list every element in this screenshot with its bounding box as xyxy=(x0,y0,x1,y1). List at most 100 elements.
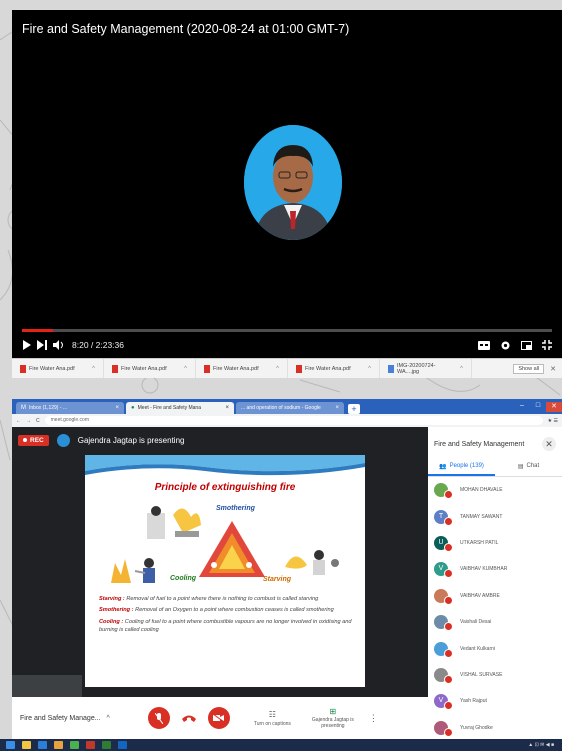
address-bar: ← → C meet.google.com ★ ☰ xyxy=(12,414,562,427)
download-filename: Fire Water Ana.pdf xyxy=(305,365,351,372)
meet-window: M Inbox (1,129) - ... × ● Meet - Fire an… xyxy=(12,399,562,739)
download-item[interactable]: Fire Water Ana.pdf ^ xyxy=(196,359,288,378)
window-close-icon[interactable]: ✕ xyxy=(546,402,562,412)
downloads-bar: Fire Water Ana.pdf ^ Fire Water Ana.pdf … xyxy=(12,358,562,378)
maximize-icon[interactable]: □ xyxy=(530,402,546,412)
mic-muted-icon xyxy=(444,516,453,526)
browser-tabbar: M Inbox (1,129) - ... × ● Meet - Fire an… xyxy=(12,399,562,414)
video-progress-fill xyxy=(22,329,53,332)
back-icon[interactable]: ← xyxy=(16,418,21,424)
mic-off-button[interactable] xyxy=(147,707,170,729)
tab-label: People (139) xyxy=(449,463,484,469)
url-input[interactable]: meet.google.com xyxy=(44,416,543,425)
browser-tab-google[interactable]: ... and operation of sodium - Google × xyxy=(236,402,344,414)
tab-people[interactable]: 👥 People (139) xyxy=(428,459,495,476)
volume-icon[interactable] xyxy=(53,340,64,350)
present-now-button[interactable]: ⊞ Gajendra Jagtap is presenting xyxy=(311,707,355,729)
browser-tab-meet[interactable]: ● Meet - Fire and Safety Mana × xyxy=(126,402,234,414)
mic-muted-icon xyxy=(444,622,453,632)
participant-item[interactable]: VAIBHAV AMBRE xyxy=(434,583,556,609)
more-options-icon[interactable]: ⋮ xyxy=(369,713,378,724)
participant-item[interactable]: Yuvraj Ghodke xyxy=(434,715,556,741)
edge-icon[interactable] xyxy=(38,741,47,749)
reload-icon[interactable]: C xyxy=(36,418,40,424)
participant-item[interactable]: Vaishali Desai xyxy=(434,609,556,635)
tab-chat[interactable]: ▤ Chat xyxy=(495,459,562,476)
system-tray[interactable]: ▲ ⊡ ✉ ◀ ■ xyxy=(528,742,554,748)
chevron-up-icon[interactable]: ^ xyxy=(460,366,463,372)
close-tab-icon[interactable]: × xyxy=(225,405,229,411)
forward-icon[interactable]: → xyxy=(26,418,31,424)
tab-label: ... and operation of sodium - Google xyxy=(241,405,321,411)
download-item[interactable]: Fire Water Ana.pdf ^ xyxy=(288,359,380,378)
participant-item[interactable]: U UTKARSH PATIL xyxy=(434,530,556,556)
show-all-downloads-button[interactable]: Show all xyxy=(513,363,545,374)
video-player[interactable]: Fire and Safety Management (2020-08-24 a… xyxy=(12,10,562,358)
participant-item[interactable]: MOHAN DHAVALE xyxy=(434,477,556,503)
captions-icon[interactable] xyxy=(478,340,490,350)
meeting-name[interactable]: Fire and Safety Manage... xyxy=(20,715,101,722)
next-icon[interactable] xyxy=(37,340,47,350)
download-item[interactable]: Fire Water Ana.pdf ^ xyxy=(12,359,104,378)
mic-off-icon xyxy=(154,712,163,724)
close-icon[interactable]: ✕ xyxy=(550,365,556,373)
participant-name: VAIBHAV KUMBHAR xyxy=(460,566,508,573)
chevron-up-icon[interactable]: ^ xyxy=(368,366,371,372)
participant-item[interactable]: T TANMAY SAWANT xyxy=(434,503,556,529)
starving-term: Starving : xyxy=(99,596,125,602)
excel-icon[interactable] xyxy=(102,741,111,749)
hang-up-button[interactable] xyxy=(180,709,198,727)
cooling-illustration xyxy=(111,558,155,583)
close-tab-icon[interactable]: × xyxy=(115,405,119,411)
avatar: U xyxy=(434,535,453,552)
download-filename: IMG-20200724-WA....jpg xyxy=(397,362,436,375)
word-icon[interactable] xyxy=(118,741,127,749)
chevron-up-icon[interactable]: ^ xyxy=(276,366,279,372)
present-screen-icon: ⊞ xyxy=(329,707,337,716)
image-file-icon xyxy=(388,364,394,373)
chevron-up-icon[interactable]: ^ xyxy=(92,366,95,372)
starving-text: Removal of fuel to a point where there i… xyxy=(126,596,319,602)
closed-captions-icon: ☷ xyxy=(268,709,276,719)
smothering-illustration xyxy=(147,506,201,539)
camera-off-icon xyxy=(213,714,225,722)
play-icon[interactable] xyxy=(22,340,31,350)
mic-muted-icon xyxy=(444,727,453,737)
pdf-file-icon xyxy=(20,364,26,373)
player-controls: 8:20 / 2:23:36 xyxy=(22,335,552,355)
starving-label: Starving xyxy=(263,576,292,583)
participant-item[interactable]: Vedant Kulkarni xyxy=(434,635,556,661)
close-tab-icon[interactable]: × xyxy=(335,405,339,411)
download-filename: Fire Water Ana.pdf xyxy=(29,365,75,372)
folder-icon[interactable] xyxy=(54,741,63,749)
close-icon[interactable]: ✕ xyxy=(542,437,556,451)
new-tab-button[interactable]: + xyxy=(348,404,360,414)
chevron-up-icon[interactable]: ^ xyxy=(184,366,187,372)
video-progress-bar[interactable] xyxy=(22,329,552,332)
minimize-icon[interactable]: – xyxy=(514,402,530,412)
chevron-up-icon[interactable]: ^ xyxy=(107,715,110,722)
browser-tab-gmail[interactable]: M Inbox (1,129) - ... × xyxy=(16,402,124,414)
app-icon[interactable] xyxy=(86,741,95,749)
video-title: Fire and Safety Management (2020-08-24 a… xyxy=(22,22,350,36)
download-item[interactable]: IMG-20200724-WA....jpg ^ xyxy=(380,359,472,378)
avatar xyxy=(434,483,453,500)
mic-muted-icon xyxy=(444,648,453,658)
start-windows-icon[interactable] xyxy=(6,741,15,749)
self-view-tile[interactable] xyxy=(12,675,82,697)
participant-item[interactable]: VISHAL SURVASE xyxy=(434,662,556,688)
participant-item[interactable]: V VAIBHAV KUMBHAR xyxy=(434,556,556,582)
settings-gear-icon[interactable] xyxy=(500,340,511,351)
fullscreen-exit-icon[interactable] xyxy=(542,340,552,350)
miniplayer-icon[interactable] xyxy=(521,340,532,350)
participant-item[interactable]: V Yash Rajput xyxy=(434,688,556,714)
extensions-icon[interactable]: ★ ☰ xyxy=(548,418,558,424)
avatar: V xyxy=(434,562,453,579)
chrome-icon[interactable] xyxy=(70,741,79,749)
camera-off-button[interactable] xyxy=(207,707,230,729)
captions-button[interactable]: ☷ Turn on captions xyxy=(254,710,291,727)
participant-name: Yuvraj Ghodke xyxy=(460,724,493,731)
participant-name: UTKARSH PATIL xyxy=(460,539,499,546)
file-explorer-icon[interactable] xyxy=(22,741,31,749)
download-item[interactable]: Fire Water Ana.pdf ^ xyxy=(104,359,196,378)
